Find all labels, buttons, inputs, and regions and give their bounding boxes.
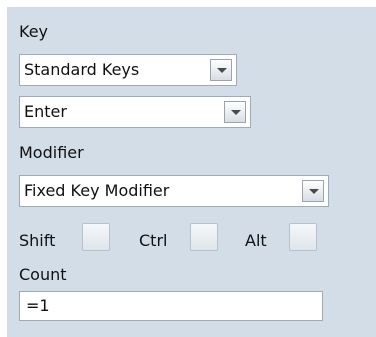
key-select-value: Enter (24, 102, 67, 121)
modifier-select-value: Fixed Key Modifier (24, 181, 170, 200)
key-type-select-value: Standard Keys (24, 60, 140, 79)
alt-checkbox[interactable] (289, 223, 317, 251)
shift-label: Shift (19, 231, 56, 250)
chevron-down-icon[interactable] (224, 101, 246, 123)
count-label: Count (19, 265, 67, 284)
alt-label: Alt (245, 231, 267, 250)
chevron-down-icon[interactable] (210, 59, 232, 81)
modifier-select[interactable]: Fixed Key Modifier (19, 175, 329, 207)
chevron-down-icon[interactable] (302, 180, 324, 202)
shift-checkbox[interactable] (82, 223, 110, 251)
count-input[interactable]: =1 (19, 291, 323, 321)
ctrl-label: Ctrl (139, 231, 168, 250)
key-select[interactable]: Enter (19, 96, 251, 128)
count-input-value: =1 (26, 296, 50, 315)
key-settings-panel: Key Standard Keys Enter Modifier Fixed K… (7, 7, 376, 337)
key-type-select[interactable]: Standard Keys (19, 54, 237, 86)
modifier-label: Modifier (19, 143, 84, 162)
ctrl-checkbox[interactable] (190, 223, 218, 251)
key-label: Key (19, 22, 49, 41)
